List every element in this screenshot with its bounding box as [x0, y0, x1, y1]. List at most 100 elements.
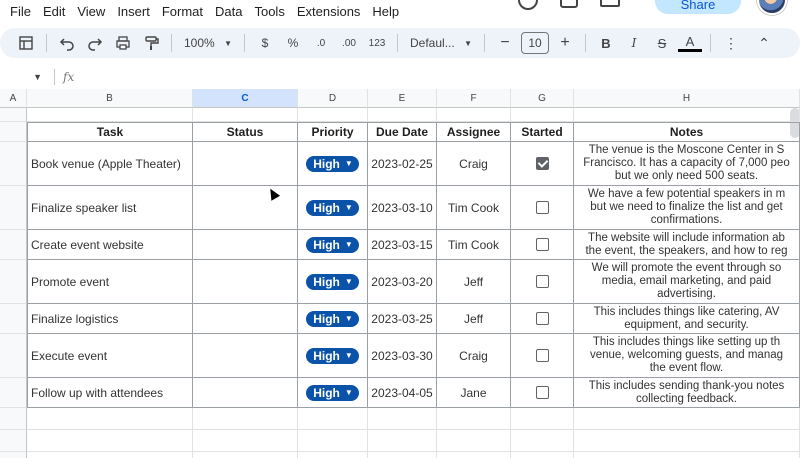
assignee-cell[interactable]: Jeff	[437, 304, 511, 334]
started-checkbox[interactable]	[535, 201, 549, 214]
empty-cell[interactable]	[511, 108, 574, 122]
zoom-select[interactable]: 100% ▼	[180, 31, 236, 55]
due-date-cell[interactable]: 2023-02-25	[368, 142, 437, 186]
text-color-button[interactable]: A	[678, 34, 702, 52]
assignee-cell[interactable]: Jane	[437, 378, 511, 408]
empty-cell[interactable]	[193, 408, 298, 430]
meet-icon[interactable]	[600, 0, 620, 7]
row-header[interactable]	[0, 260, 27, 304]
column-header-a[interactable]: A	[0, 89, 27, 108]
header-started[interactable]: Started	[511, 122, 574, 142]
percent-button[interactable]: %	[281, 31, 305, 55]
row-header[interactable]	[0, 230, 27, 260]
task-cell[interactable]: Execute event	[27, 334, 193, 378]
empty-cell[interactable]	[437, 452, 511, 458]
column-header-c[interactable]: C	[193, 89, 298, 108]
print-icon[interactable]	[111, 31, 135, 55]
menu-help[interactable]: Help	[366, 4, 405, 19]
empty-cell[interactable]	[437, 108, 511, 122]
empty-cell[interactable]	[574, 452, 800, 458]
empty-cell[interactable]	[27, 430, 193, 452]
menu-insert[interactable]: Insert	[111, 4, 156, 19]
header-task[interactable]: Task	[27, 122, 193, 142]
increase-decimal-button[interactable]: .00	[337, 31, 361, 55]
row-header[interactable]	[0, 452, 27, 458]
started-checkbox[interactable]	[535, 238, 549, 251]
empty-cell[interactable]	[27, 108, 193, 122]
status-cell[interactable]	[193, 186, 298, 230]
name-box-dropdown-icon[interactable]: ▼	[0, 72, 50, 82]
paint-format-icon[interactable]	[139, 31, 163, 55]
priority-chip[interactable]: High ▼	[306, 155, 359, 172]
notes-cell[interactable]: This includes things like setting up th v…	[574, 334, 800, 378]
assignee-cell[interactable]: Craig	[437, 334, 511, 378]
notes-cell[interactable]: We have a few potential speakers in m but…	[574, 186, 800, 230]
empty-cell[interactable]	[193, 430, 298, 452]
started-cell[interactable]	[511, 230, 574, 260]
task-cell[interactable]: Create event website	[27, 230, 193, 260]
empty-cell[interactable]	[298, 452, 368, 458]
notes-cell[interactable]: This includes things like catering, AV eq…	[574, 304, 800, 334]
status-cell[interactable]	[193, 378, 298, 408]
empty-cell[interactable]	[368, 452, 437, 458]
empty-cell[interactable]	[511, 408, 574, 430]
header-due[interactable]: Due Date	[368, 122, 437, 142]
share-button[interactable]: Share	[655, 0, 741, 14]
priority-chip[interactable]: High ▼	[306, 199, 359, 216]
font-size-input[interactable]: 10	[521, 32, 549, 54]
started-checkbox[interactable]	[535, 275, 549, 288]
currency-button[interactable]: $	[253, 31, 277, 55]
redo-icon[interactable]	[83, 31, 107, 55]
bold-button[interactable]: B	[594, 31, 618, 55]
priority-cell[interactable]: High ▼	[298, 186, 368, 230]
column-header-g[interactable]: G	[511, 89, 574, 108]
empty-cell[interactable]	[511, 430, 574, 452]
row-header[interactable]	[0, 378, 27, 408]
task-cell[interactable]: Finalize speaker list	[27, 186, 193, 230]
empty-cell[interactable]	[27, 452, 193, 458]
empty-cell[interactable]	[27, 408, 193, 430]
font-select[interactable]: Defaul... ▼	[406, 31, 476, 55]
started-cell[interactable]	[511, 304, 574, 334]
menu-view[interactable]: View	[71, 4, 111, 19]
priority-chip[interactable]: High ▼	[306, 384, 359, 401]
empty-cell[interactable]	[437, 408, 511, 430]
status-cell[interactable]	[193, 142, 298, 186]
italic-button[interactable]: I	[622, 31, 646, 55]
column-header-f[interactable]: F	[437, 89, 511, 108]
started-checkbox[interactable]	[535, 349, 549, 362]
undo-icon[interactable]	[55, 31, 79, 55]
status-cell[interactable]	[193, 260, 298, 304]
empty-cell[interactable]	[511, 452, 574, 458]
due-date-cell[interactable]: 2023-03-20	[368, 260, 437, 304]
row-header[interactable]	[0, 408, 27, 430]
priority-cell[interactable]: High ▼	[298, 142, 368, 186]
column-header-e[interactable]: E	[368, 89, 437, 108]
priority-cell[interactable]: High ▼	[298, 260, 368, 304]
notes-cell[interactable]: The website will include information ab t…	[574, 230, 800, 260]
priority-cell[interactable]: High ▼	[298, 230, 368, 260]
priority-chip[interactable]: High ▼	[306, 310, 359, 327]
number-format-button[interactable]: 123	[365, 31, 389, 55]
started-checkbox[interactable]	[535, 157, 549, 170]
font-size-decrease-button[interactable]: −	[493, 31, 517, 55]
priority-chip[interactable]: High ▼	[306, 236, 359, 253]
task-cell[interactable]: Promote event	[27, 260, 193, 304]
row-header[interactable]	[0, 142, 27, 186]
row-header[interactable]	[0, 108, 27, 122]
column-header-d[interactable]: D	[298, 89, 368, 108]
row-header[interactable]	[0, 430, 27, 452]
empty-cell[interactable]	[193, 108, 298, 122]
started-cell[interactable]	[511, 378, 574, 408]
started-cell[interactable]	[511, 260, 574, 304]
row-header[interactable]	[0, 304, 27, 334]
due-date-cell[interactable]: 2023-03-25	[368, 304, 437, 334]
empty-cell[interactable]	[298, 430, 368, 452]
empty-cell[interactable]	[574, 108, 800, 122]
notes-cell[interactable]: This includes sending thank-you notes col…	[574, 378, 800, 408]
empty-cell[interactable]	[368, 108, 437, 122]
empty-cell[interactable]	[437, 430, 511, 452]
priority-cell[interactable]: High ▼	[298, 378, 368, 408]
decrease-decimal-button[interactable]: .0	[309, 31, 333, 55]
assignee-cell[interactable]: Jeff	[437, 260, 511, 304]
